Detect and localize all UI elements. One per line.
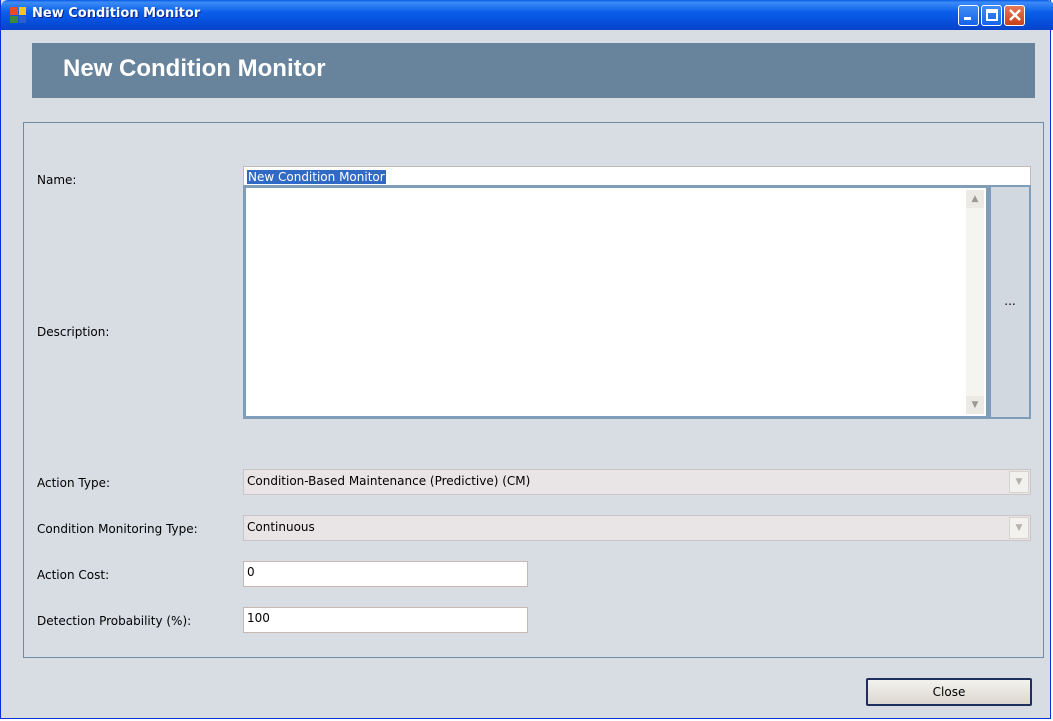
close-window-button[interactable] [1004,5,1025,26]
action-type-select[interactable]: Condition-Based Maintenance (Predictive)… [243,469,1031,495]
title-bar[interactable]: New Condition Monitor [1,0,1053,30]
description-expand-button[interactable]: ... [989,185,1031,419]
minimize-button[interactable] [958,5,979,26]
scroll-up-icon[interactable]: ▲ [966,190,984,208]
page-header: New Condition Monitor [32,43,1035,98]
app-icon [10,7,26,23]
name-field-value: New Condition Monitor [247,170,386,184]
minimize-icon [964,17,971,20]
action-cost-field[interactable]: 0 [243,561,528,587]
scroll-down-icon[interactable]: ▼ [966,396,984,414]
page-title: New Condition Monitor [63,55,326,82]
action-type-value: Condition-Based Maintenance (Predictive)… [247,474,531,488]
detection-probability-label: Detection Probability (%): [37,614,192,628]
action-type-label: Action Type: [37,476,111,490]
close-button[interactable]: Close [866,678,1032,706]
chevron-down-icon[interactable]: ▼ [1009,517,1029,539]
cm-type-label: Condition Monitoring Type: [37,522,198,536]
description-scrollbar[interactable]: ▲ ▼ [966,190,984,414]
form-panel: Name: New Condition Monitor Description:… [23,122,1044,658]
close-icon [1008,9,1021,21]
description-label: Description: [37,325,110,339]
maximize-icon [985,9,998,21]
maximize-button[interactable] [981,5,1002,26]
detection-probability-field[interactable]: 100 [243,607,528,633]
description-field[interactable]: ▲ ▼ [243,185,989,419]
cm-type-select[interactable]: Continuous ▼ [243,515,1031,541]
dialog-window: New Condition Monitor New Condition Moni… [0,0,1053,719]
cm-type-value: Continuous [247,520,315,534]
name-label: Name: [37,173,77,187]
window-title: New Condition Monitor [32,6,201,21]
action-cost-label: Action Cost: [37,568,110,582]
chevron-down-icon[interactable]: ▼ [1009,471,1029,493]
